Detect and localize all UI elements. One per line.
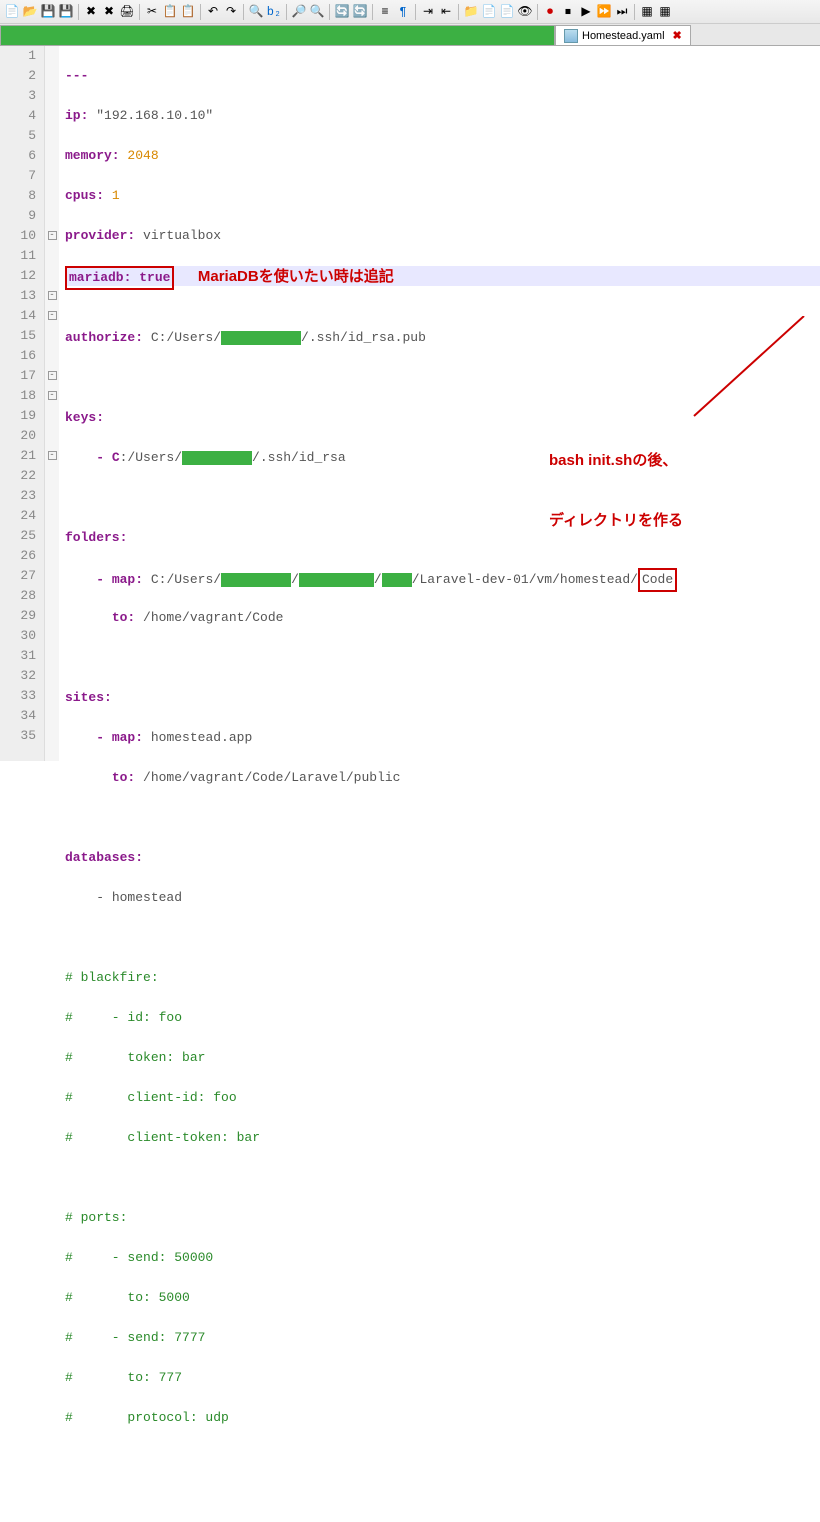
code-line: # client-token: bar [65,1128,820,1148]
stop-icon[interactable]: ⏹ [560,4,576,20]
code-line: - homestead [65,888,820,908]
code-line: # blackfire: [65,968,820,988]
eye-icon[interactable]: 👁 [517,4,533,20]
fold-toggle[interactable]: - [48,391,57,400]
code-line: databases: [65,848,820,868]
code-line: - map: homestead.app [65,728,820,748]
code-line: to: /home/vagrant/Code/Laravel/public [65,768,820,788]
code-line [65,488,820,508]
redacted-block [221,331,301,345]
code-line: - map: C:/Users////Laravel-dev-01/vm/hom… [65,568,820,588]
code-line: folders: [65,528,820,548]
fold-toggle[interactable]: - [48,231,57,240]
indent-icon[interactable]: ⇥ [420,4,436,20]
close-icon[interactable]: ✖ [83,4,99,20]
sync-icon[interactable]: 🔄 [334,4,350,20]
record-icon[interactable]: ⏺ [542,4,558,20]
close-all-icon[interactable]: ✖ [101,4,117,20]
tab-label: Homestead.yaml [582,30,665,42]
code-line: --- [65,66,820,86]
show-all-icon[interactable]: ¶ [395,4,411,20]
code-line-highlighted: mariadb: true MariaDBを使いたい時は追記 [65,266,820,286]
code-line: # client-id: foo [65,1088,820,1108]
replace-icon[interactable]: b₂ [266,4,282,20]
code-line [65,928,820,948]
code-line: to: /home/vagrant/Code [65,608,820,628]
code-line: authorize: C:/Users//.ssh/id_rsa.pub [65,328,820,348]
fold-toggle[interactable]: - [48,451,57,460]
code-line [65,808,820,828]
fast-icon[interactable]: ⏩ [596,4,612,20]
code-line: # - id: foo [65,1008,820,1028]
tab-unnamed[interactable] [0,25,555,45]
line-gutter: 1234567891011121314151617181920212223242… [0,46,45,761]
end-icon[interactable]: ⏭ [614,4,630,20]
code-line: # to: 777 [65,1368,820,1388]
save-icon[interactable]: 💾 [40,4,56,20]
copy-icon[interactable]: 📋 [162,4,178,20]
doc2-icon[interactable]: 📄 [499,4,515,20]
code-line [65,368,820,388]
print-icon[interactable]: 🖨 [119,4,135,20]
annotation-mariadb: MariaDBを使いたい時は追記 [198,268,394,285]
code-line: # ports: [65,1208,820,1228]
code-line: ip: "192.168.10.10" [65,106,820,126]
find-icon[interactable]: 🔍 [248,4,264,20]
save-all-icon[interactable]: 💾 [58,4,74,20]
code-line: # - send: 7777 [65,1328,820,1348]
code-area[interactable]: --- ip: "192.168.10.10" memory: 2048 cpu… [59,46,820,761]
play-icon[interactable]: ▶ [578,4,594,20]
outdent-icon[interactable]: ⇤ [438,4,454,20]
code-line: # protocol: udp [65,1408,820,1428]
code-line: provider: virtualbox [65,226,820,246]
zoom-out-icon[interactable]: 🔍 [309,4,325,20]
panel-icon[interactable]: ▦ [639,4,655,20]
editor[interactable]: 1234567891011121314151617181920212223242… [0,46,820,761]
redacted-block [382,573,412,587]
code-line: cpus: 1 [65,186,820,206]
code-line: - C:/Users//.ssh/id_rsa [65,448,820,468]
zoom-in-icon[interactable]: 🔎 [291,4,307,20]
code-line [65,288,820,308]
redo-icon[interactable]: ↷ [223,4,239,20]
fold-toggle[interactable]: - [48,311,57,320]
code-line [65,648,820,668]
new-file-icon[interactable]: 📄 [4,4,20,20]
folder-icon[interactable]: 📁 [463,4,479,20]
sync2-icon[interactable]: 🔄 [352,4,368,20]
tab-homestead-yaml[interactable]: Homestead.yaml ✖ [555,25,691,45]
toolbar: 📄 📂 💾 💾 ✖ ✖ 🖨 ✂ 📋 📋 ↶ ↷ 🔍 b₂ 🔎 🔍 🔄 🔄 ≡ ¶… [0,0,820,24]
tab-bar: Homestead.yaml ✖ [0,24,820,46]
doc-icon[interactable]: 📄 [481,4,497,20]
open-icon[interactable]: 📂 [22,4,38,20]
code-line: # - send: 50000 [65,1248,820,1268]
code-line: sites: [65,688,820,708]
fold-column: - - - - - - [45,46,59,761]
code-line: keys: [65,408,820,428]
wrap-icon[interactable]: ≡ [377,4,393,20]
panel2-icon[interactable]: ▦ [657,4,673,20]
code-line: memory: 2048 [65,146,820,166]
code-line: # to: 5000 [65,1288,820,1308]
file-icon [564,29,578,43]
cut-icon[interactable]: ✂ [144,4,160,20]
fold-toggle[interactable]: - [48,291,57,300]
redacted-block [299,573,374,587]
annotation-bash: bash init.shの後、 ディレクトリを作る [549,411,683,571]
mariadb-highlight: mariadb: true [65,266,174,290]
redacted-block [182,451,252,465]
paste-icon[interactable]: 📋 [180,4,196,20]
tab-close-icon[interactable]: ✖ [673,29,682,42]
code-line [65,1168,820,1188]
redacted-block [221,573,291,587]
undo-icon[interactable]: ↶ [205,4,221,20]
code-line: # token: bar [65,1048,820,1068]
code-highlight: Code [638,568,677,592]
fold-toggle[interactable]: - [48,371,57,380]
